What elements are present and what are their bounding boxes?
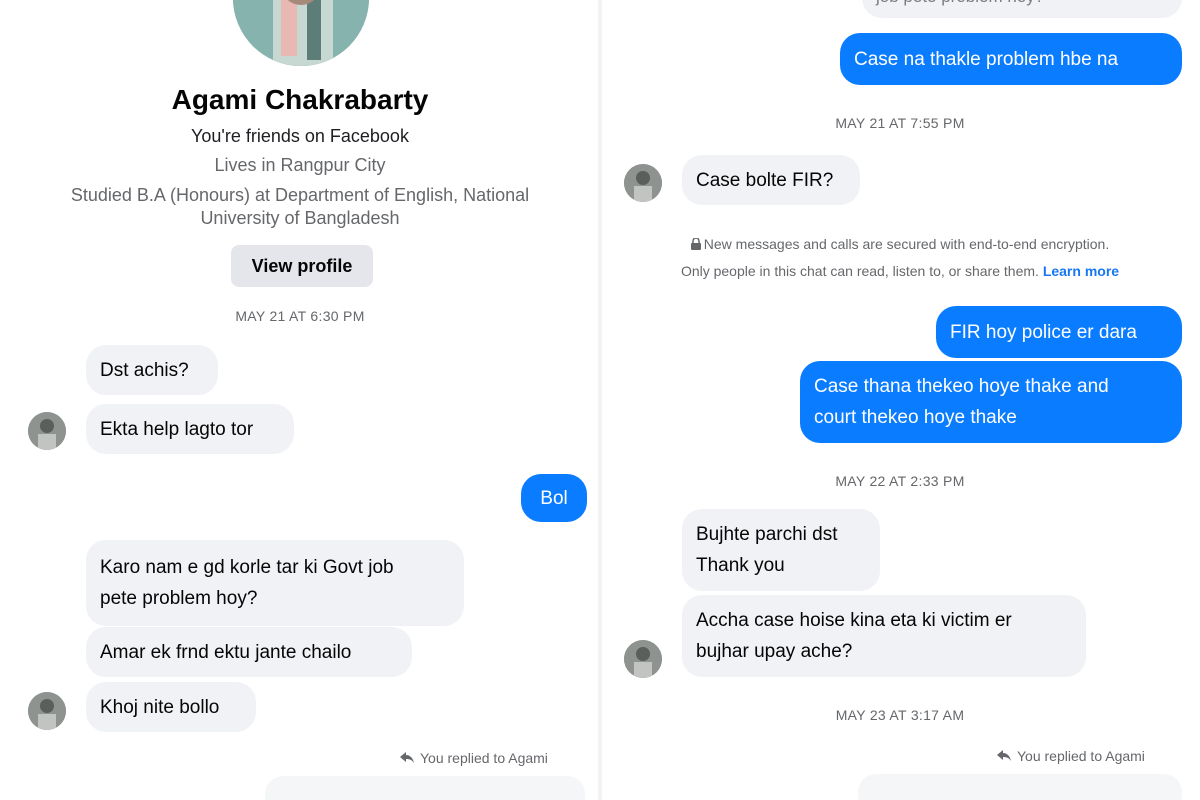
profile-avatar[interactable]: [233, 0, 369, 66]
learn-more-link[interactable]: Learn more: [1043, 263, 1119, 279]
replied-indicator: You replied to Agami: [997, 748, 1145, 764]
encryption-notice-line1: New messages and calls are secured with …: [600, 231, 1200, 258]
message-bubble[interactable]: Amar ek frnd ektu jante chailo: [86, 627, 412, 677]
avatar[interactable]: [28, 412, 66, 450]
partial-message-bubble[interactable]: [265, 776, 585, 800]
screenshot-root: Agami Chakrabarty You're friends on Face…: [0, 0, 1200, 800]
partial-quoted-message: job pete problem hoy?: [862, 0, 1182, 18]
message-bubble[interactable]: Dst achis?: [86, 345, 218, 395]
encryption-notice-line2: Only people in this chat can read, liste…: [680, 263, 1120, 279]
avatar[interactable]: [28, 692, 66, 730]
avatar[interactable]: [624, 164, 662, 202]
studied-at: Studied B.A (Honours) at Department of E…: [70, 185, 530, 228]
timestamp: MAY 21 AT 7:55 PM: [835, 115, 965, 131]
message-bubble[interactable]: Karo nam e gd korle tar ki Govt job pete…: [86, 540, 464, 626]
message-bubble-outgoing[interactable]: Case thana thekeo hoye thake and court t…: [800, 361, 1182, 443]
friends-status: You're friends on Facebook: [191, 126, 409, 146]
chat-panel-left: Agami Chakrabarty You're friends on Face…: [0, 0, 600, 800]
message-bubble[interactable]: Accha case hoise kina eta ki victim er b…: [682, 595, 1086, 677]
view-profile-button[interactable]: View profile: [231, 245, 373, 287]
reply-icon: [997, 749, 1011, 761]
message-bubble-outgoing[interactable]: Case na thakle problem hbe na: [840, 33, 1182, 85]
avatar[interactable]: [624, 640, 662, 678]
message-bubble[interactable]: Case bolte FIR?: [682, 155, 860, 205]
replied-text: You replied to Agami: [1017, 748, 1145, 764]
message-bubble-outgoing[interactable]: FIR hoy police er dara: [936, 306, 1182, 358]
message-bubble[interactable]: Bujhte parchi dst Thank you: [682, 509, 880, 591]
lives-in: Lives in Rangpur City: [214, 155, 386, 175]
lock-icon: [690, 232, 701, 250]
replied-indicator: You replied to Agami: [400, 750, 548, 766]
timestamp: MAY 22 AT 2:33 PM: [835, 473, 965, 489]
replied-text: You replied to Agami: [420, 750, 548, 766]
message-bubble[interactable]: Khoj nite bollo: [86, 682, 256, 732]
message-bubble[interactable]: Ekta help lagto tor: [86, 404, 294, 454]
chat-panel-right: job pete problem hoy? Case na thakle pro…: [600, 0, 1200, 800]
partial-message-bubble[interactable]: [858, 774, 1182, 800]
message-bubble-outgoing[interactable]: Bol: [521, 474, 587, 522]
encryption-notice: New messages and calls are secured with …: [600, 231, 1200, 285]
timestamp: MAY 23 AT 3:17 AM: [835, 707, 965, 723]
timestamp: MAY 21 AT 6:30 PM: [235, 308, 365, 324]
profile-name: Agami Chakrabarty: [171, 84, 429, 115]
reply-icon: [400, 751, 414, 763]
